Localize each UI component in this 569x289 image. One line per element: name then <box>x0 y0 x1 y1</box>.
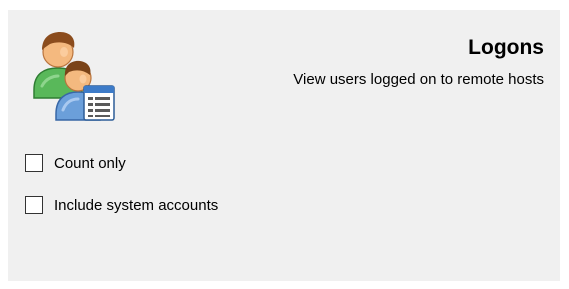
include-system-accounts-checkbox[interactable] <box>25 196 43 214</box>
include-system-accounts-option[interactable]: Include system accounts <box>25 196 218 214</box>
page-subtitle: View users logged on to remote hosts <box>293 71 544 88</box>
count-only-checkbox[interactable] <box>25 154 43 172</box>
count-only-label[interactable]: Count only <box>54 155 126 172</box>
logons-panel: Logons View users logged on to remote ho… <box>8 10 560 281</box>
include-system-accounts-label[interactable]: Include system accounts <box>54 197 218 214</box>
page-title: Logons <box>468 36 544 59</box>
users-logon-icon <box>33 32 115 121</box>
count-only-option[interactable]: Count only <box>25 154 126 172</box>
list-window-icon <box>83 85 115 121</box>
